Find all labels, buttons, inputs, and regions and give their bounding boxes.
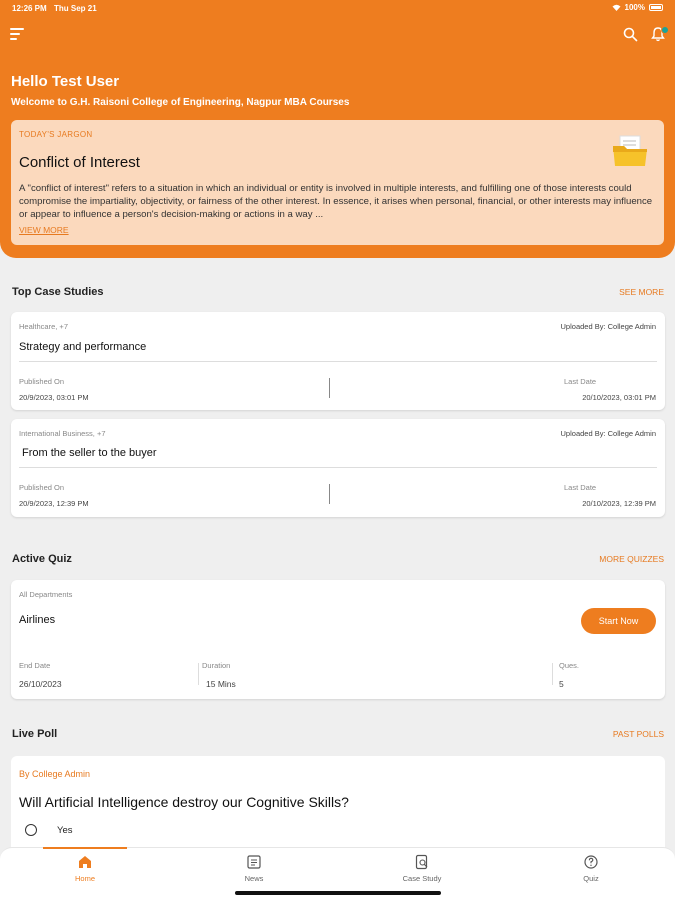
published-date: 20/9/2023, 12:39 PM <box>19 499 89 508</box>
active-indicator <box>43 847 127 849</box>
published-label: Published On <box>19 483 65 492</box>
divider <box>198 663 199 685</box>
nav-label: Case Study <box>402 874 442 883</box>
case-uploaded-by: Uploaded By: College Admin <box>560 429 656 438</box>
jargon-card[interactable]: TODAY'S JARGON Conflict of Interest A "c… <box>11 120 664 245</box>
status-date: Thu Sep 21 <box>54 4 97 13</box>
start-now-button[interactable]: Start Now <box>581 608 656 634</box>
case-study-card[interactable]: International Business, +7 Uploaded By: … <box>11 419 665 517</box>
published-date: 20/9/2023, 03:01 PM <box>19 393 89 402</box>
news-icon <box>247 855 261 869</box>
case-uploaded-by: Uploaded By: College Admin <box>560 322 656 331</box>
case-category: Healthcare, +7 <box>19 322 68 331</box>
search-icon[interactable] <box>623 27 638 42</box>
quiz-name: Airlines <box>19 614 56 626</box>
questions-label: Ques. <box>559 661 580 670</box>
battery-icon <box>649 4 663 11</box>
poll-option-label[interactable]: Yes <box>57 825 73 836</box>
past-polls-link[interactable]: PAST POLLS <box>613 729 664 739</box>
status-time: 12:26 PM <box>12 4 47 13</box>
wifi-icon <box>612 4 621 11</box>
home-icon <box>79 856 91 868</box>
end-date-label: End Date <box>19 661 51 670</box>
poll-author: By College Admin <box>19 769 91 779</box>
case-category: International Business, +7 <box>19 429 106 438</box>
greeting-title: Hello Test User <box>11 73 120 90</box>
active-quiz-title: Active Quiz <box>12 553 72 565</box>
last-date-label: Last Date <box>564 483 597 492</box>
last-date-label: Last Date <box>564 377 597 386</box>
header: 12:26 PM Thu Sep 21 100% Hello Test User… <box>0 0 675 258</box>
jargon-body: A "conflict of interest" refers to a sit… <box>19 183 653 220</box>
duration-label: Duration <box>202 661 231 670</box>
quiz-card[interactable]: All Departments Airlines Start Now End D… <box>11 580 665 699</box>
nav-label: Quiz <box>583 874 599 883</box>
status-right: 100% <box>612 3 663 12</box>
end-date: 26/10/2023 <box>19 679 62 689</box>
nav-label: Home <box>74 874 95 883</box>
notification-badge <box>661 26 669 34</box>
divider <box>329 378 330 398</box>
divider <box>329 484 330 504</box>
quiz-department: All Departments <box>19 590 73 599</box>
jargon-title: Conflict of Interest <box>19 154 140 171</box>
last-date: 20/10/2023, 12:39 PM <box>582 499 656 508</box>
questions-count: 5 <box>559 679 564 689</box>
view-more-link[interactable]: VIEW MORE <box>19 225 69 235</box>
case-studies-title: Top Case Studies <box>12 286 104 298</box>
case-study-icon <box>415 854 428 870</box>
case-title: Strategy and performance <box>19 341 147 353</box>
live-poll-title: Live Poll <box>12 728 58 740</box>
divider <box>552 663 553 685</box>
quiz-icon <box>584 855 598 869</box>
nav-home[interactable]: Home <box>43 847 127 893</box>
folder-icon <box>613 135 647 166</box>
nav-quiz[interactable]: Quiz <box>549 848 633 893</box>
nav-news[interactable]: News <box>212 848 296 893</box>
divider <box>19 467 657 468</box>
last-date: 20/10/2023, 03:01 PM <box>582 393 656 402</box>
case-study-card[interactable]: Healthcare, +7 Uploaded By: College Admi… <box>11 312 665 410</box>
jargon-tag: TODAY'S JARGON <box>19 130 93 139</box>
see-more-link[interactable]: SEE MORE <box>619 287 664 297</box>
nav-case-study[interactable]: Case Study <box>380 848 464 893</box>
menu-icon[interactable] <box>10 28 24 42</box>
home-indicator <box>235 891 441 895</box>
published-label: Published On <box>19 377 65 386</box>
divider <box>19 361 657 362</box>
poll-question: Will Artificial Intelligence destroy our… <box>19 794 349 810</box>
more-quizzes-link[interactable]: MORE QUIZZES <box>599 554 664 564</box>
poll-option-radio[interactable] <box>25 824 37 836</box>
battery-percent: 100% <box>624 3 645 12</box>
case-title: From the seller to the buyer <box>22 447 157 459</box>
nav-label: News <box>244 874 264 883</box>
poll-card: By College Admin Will Artificial Intelli… <box>11 756 665 856</box>
duration-value: 15 Mins <box>206 679 236 689</box>
welcome-subtitle: Welcome to G.H. Raisoni College of Engin… <box>11 97 350 108</box>
status-bar: 12:26 PM Thu Sep 21 100% <box>0 0 675 16</box>
